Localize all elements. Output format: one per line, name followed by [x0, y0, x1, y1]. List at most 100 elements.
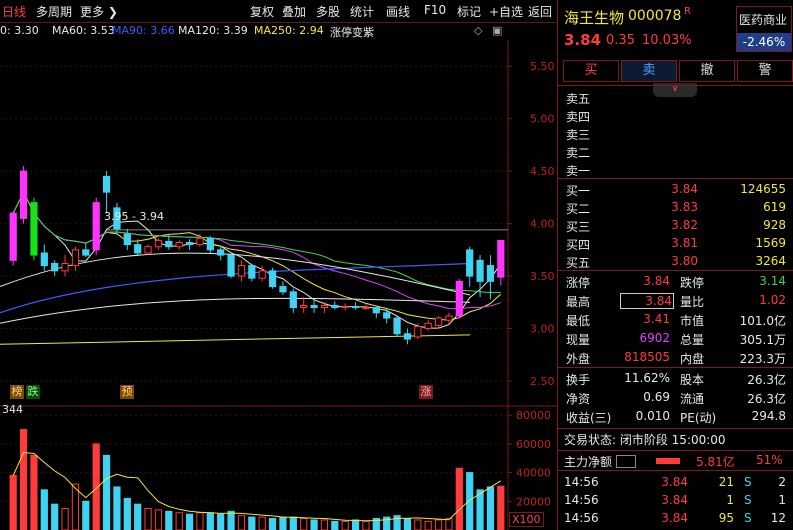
- stat-row: 涨停 3.84 跌停 3.14: [558, 272, 793, 291]
- stat-value: 26.3亿: [747, 373, 786, 387]
- cancel-order-button[interactable]: 撤: [679, 60, 735, 82]
- volume-tick-label: 80000: [516, 409, 551, 422]
- stat-label: 最低: [566, 314, 591, 328]
- stat-value: 223.3万: [739, 352, 786, 366]
- add-watchlist-button[interactable]: +自选: [489, 3, 523, 20]
- volume-bar: [144, 507, 152, 530]
- order-level-label: 买五: [566, 256, 591, 270]
- stat-row: 现量 6902 总量 305.1万: [558, 329, 793, 348]
- marker-list[interactable]: 榜: [10, 385, 24, 399]
- candle-body: [165, 240, 173, 248]
- candle-body: [403, 333, 412, 340]
- tick-price: 3.84: [661, 493, 688, 507]
- range-annotation: 3.95 - 3.94: [104, 210, 164, 223]
- volume-bar: [217, 513, 225, 530]
- order-row[interactable]: 买五 3.80 3264: [558, 252, 793, 271]
- sell-button[interactable]: 卖: [621, 60, 677, 82]
- stat-label: 换手: [566, 373, 591, 387]
- alert-button[interactable]: 警: [737, 60, 793, 82]
- stat-value: 818505: [624, 350, 670, 364]
- price-tick-label: 4.00: [530, 218, 555, 231]
- order-price: 3.82: [671, 218, 698, 232]
- order-row[interactable]: 卖一: [558, 160, 793, 179]
- order-row[interactable]: 卖二: [558, 142, 793, 161]
- volume-bar: [248, 516, 256, 530]
- volume-bar: [196, 512, 204, 530]
- volume-bar: [102, 454, 111, 530]
- settings-icon[interactable]: ▣: [492, 24, 502, 37]
- stat-value: 294.8: [751, 409, 786, 423]
- stat-row: 最低 3.41 市值 101.0亿: [558, 310, 793, 329]
- overlay-button[interactable]: 叠加: [282, 3, 306, 20]
- draw-line-button[interactable]: 画线: [386, 3, 410, 20]
- candle-body: [268, 270, 277, 288]
- kline-chart[interactable]: 5.50 5.00 4.50 4.00 3.50 3.00 2.50 80000 60000 40…: [0, 40, 557, 530]
- price-tick-label: 4.50: [530, 165, 555, 178]
- tick-time: 14:56: [564, 511, 599, 525]
- candle-body: [424, 322, 432, 330]
- volume-bar: [497, 485, 505, 530]
- stock-flag: R: [684, 6, 691, 17]
- stat-label: 量比: [680, 295, 705, 309]
- main-flow-bar: [656, 458, 680, 464]
- candle-body: [320, 304, 329, 309]
- volume-bar: [258, 516, 266, 530]
- order-level-label: 卖五: [566, 92, 591, 106]
- tab-daily[interactable]: 日线: [2, 3, 26, 20]
- candle-body: [82, 249, 90, 256]
- more-menu[interactable]: 更多 ❯: [80, 3, 118, 20]
- order-row[interactable]: 买二 3.83 619: [558, 198, 793, 217]
- candle-body: [206, 237, 214, 251]
- order-row[interactable]: 买四 3.81 1569: [558, 234, 793, 253]
- tick-volume: 95: [718, 511, 734, 525]
- order-level-label: 买一: [566, 184, 591, 198]
- candle-body: [445, 315, 453, 321]
- stat-row: 换手 11.62% 股本 26.3亿: [558, 369, 793, 388]
- sector-box[interactable]: 医药商业 -2.46%: [736, 6, 792, 52]
- volume-bar: [445, 518, 453, 530]
- stat-label: 流通: [680, 392, 705, 406]
- tick-price: 3.84: [661, 475, 688, 489]
- candle-body: [102, 175, 111, 193]
- stat-label: 现量: [566, 333, 591, 347]
- main-flow-toggle[interactable]: [616, 455, 636, 468]
- stat-value: 0.69: [643, 390, 670, 404]
- back-button[interactable]: 返回: [528, 3, 552, 20]
- order-price: 3.84: [671, 182, 698, 196]
- volume-bar: [165, 510, 173, 530]
- candle-body: [466, 249, 474, 277]
- tick-count: 12: [770, 511, 786, 525]
- order-row[interactable]: 卖四: [558, 106, 793, 125]
- stat-label: 内盘: [680, 352, 705, 366]
- ma-legend-item: MA90: 3.66: [112, 24, 175, 37]
- order-level-label: 买三: [566, 220, 591, 234]
- marker-up[interactable]: 涨: [419, 385, 433, 399]
- candle-body: [486, 265, 495, 282]
- f10-button[interactable]: F10: [424, 3, 446, 17]
- adjust-button[interactable]: 复权: [250, 3, 274, 20]
- candle-body: [258, 270, 266, 279]
- order-row[interactable]: 卖五: [558, 88, 793, 107]
- tab-multi-period[interactable]: 多周期: [36, 3, 72, 20]
- volume-bar: [393, 515, 401, 530]
- candle-body: [237, 265, 246, 277]
- order-level-label: 卖一: [566, 164, 591, 178]
- stat-value: 305.1万: [739, 333, 786, 347]
- marker-down[interactable]: 跌: [26, 385, 40, 399]
- marker-forecast[interactable]: 预: [120, 385, 134, 399]
- candle-body: [196, 237, 204, 246]
- mark-button[interactable]: 标记: [457, 3, 481, 20]
- multi-stock-button[interactable]: 多股: [316, 3, 340, 20]
- stats-button[interactable]: 统计: [350, 3, 374, 20]
- stat-value: 0.010: [635, 409, 670, 423]
- order-row[interactable]: 买三 3.82 928: [558, 216, 793, 235]
- stat-label: PE(动): [680, 411, 717, 425]
- order-row[interactable]: 买一 3.84 124655: [558, 180, 793, 199]
- order-row[interactable]: 卖三: [558, 124, 793, 143]
- volume-bar: [61, 507, 69, 530]
- diamond-icon[interactable]: ◇: [474, 24, 482, 37]
- order-level-label: 买二: [566, 202, 591, 216]
- order-volume: 619: [763, 200, 786, 214]
- candle-body: [341, 306, 349, 309]
- buy-button[interactable]: 买: [563, 60, 619, 82]
